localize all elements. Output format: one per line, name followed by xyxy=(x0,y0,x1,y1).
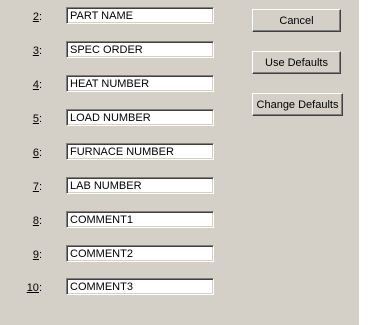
row-number-colon: : xyxy=(38,147,42,159)
row-number-label: 10 xyxy=(26,282,39,294)
row-number-colon: : xyxy=(38,113,42,125)
field-labels-dialog: 2: PART NAME 3: SPEC ORDER 4: HEAT NUMBE… xyxy=(0,0,359,325)
row-number-colon: : xyxy=(38,45,42,57)
cancel-button[interactable]: Cancel xyxy=(252,9,341,32)
row-number-3: 3: xyxy=(20,44,42,58)
row-number-7: 7: xyxy=(20,180,42,194)
field-input-6[interactable]: FURNACE NUMBER xyxy=(66,143,214,160)
change-defaults-button[interactable]: Change Defaults xyxy=(252,93,343,116)
row-number-6: 6: xyxy=(20,146,42,160)
field-input-4[interactable]: HEAT NUMBER xyxy=(66,75,214,92)
field-input-3[interactable]: SPEC ORDER xyxy=(66,41,214,58)
row-number-colon: : xyxy=(38,282,42,294)
field-input-7[interactable]: LAB NUMBER xyxy=(66,177,214,194)
row-number-8: 8: xyxy=(20,214,42,228)
field-input-2[interactable]: PART NAME xyxy=(66,7,214,24)
field-input-10[interactable]: COMMENT3 xyxy=(66,278,214,295)
field-input-5[interactable]: LOAD NUMBER xyxy=(66,109,214,126)
use-defaults-button[interactable]: Use Defaults xyxy=(252,51,341,74)
row-number-5: 5: xyxy=(20,112,42,126)
row-number-colon: : xyxy=(38,79,42,91)
field-input-8[interactable]: COMMENT1 xyxy=(66,211,214,228)
row-number-10: 10: xyxy=(20,281,42,295)
row-number-4: 4: xyxy=(20,78,42,92)
row-number-colon: : xyxy=(38,11,42,23)
row-number-colon: : xyxy=(38,181,42,193)
field-input-9[interactable]: COMMENT2 xyxy=(66,245,214,262)
row-number-colon: : xyxy=(38,215,42,227)
row-number-colon: : xyxy=(38,249,42,261)
row-number-9: 9: xyxy=(20,248,42,262)
row-number-2: 2: xyxy=(20,10,42,24)
